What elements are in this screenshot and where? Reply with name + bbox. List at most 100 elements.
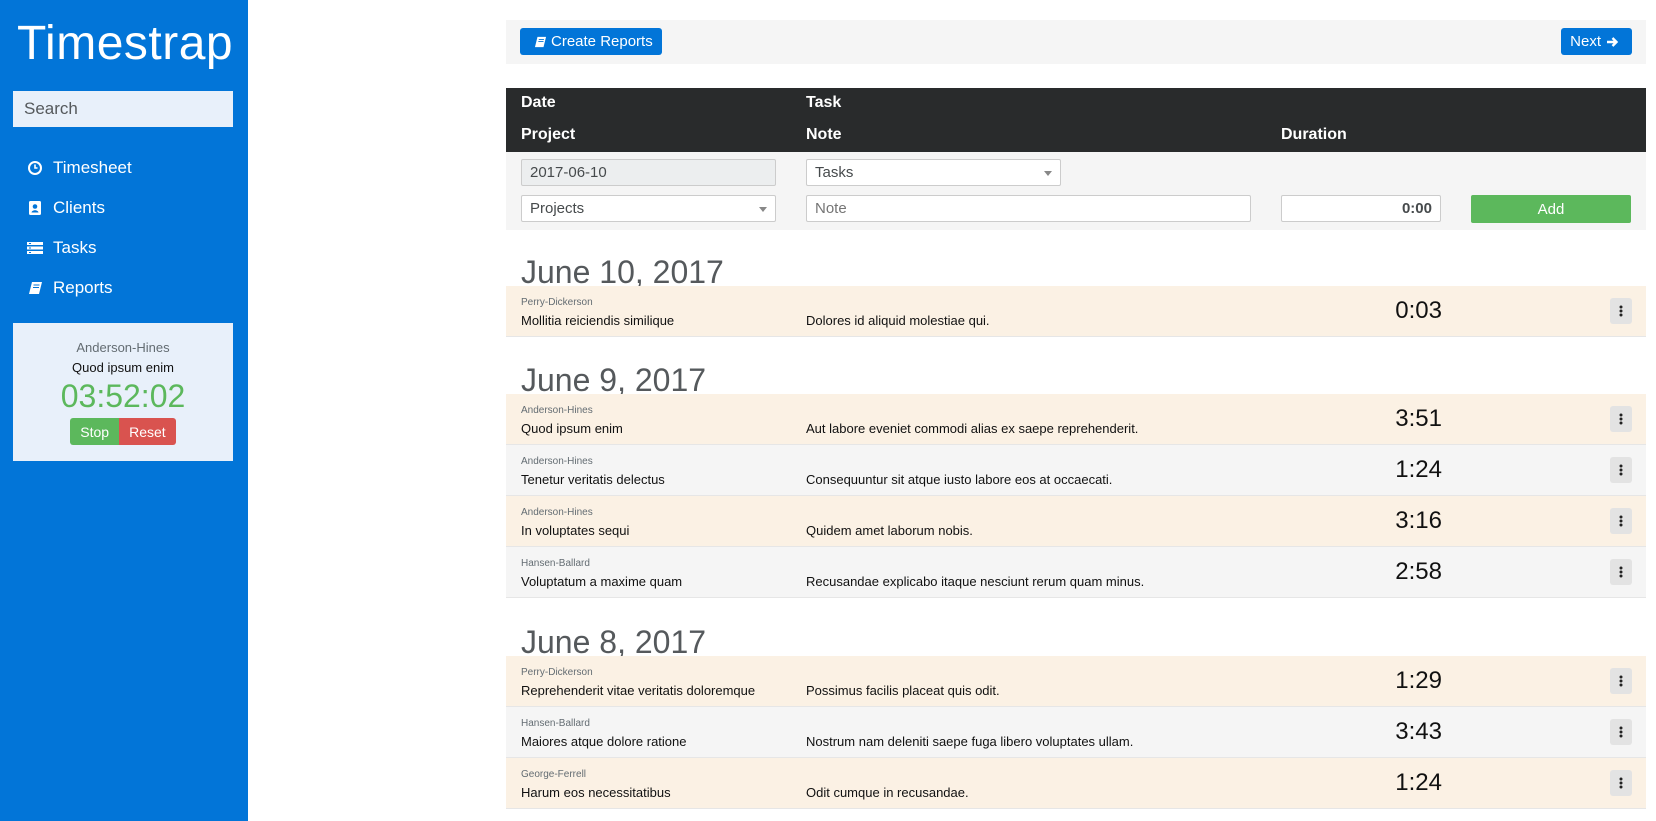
clock-icon — [27, 160, 43, 176]
more-vertical-icon — [1619, 566, 1623, 578]
sidebar-item-reports[interactable]: Reports — [0, 268, 248, 308]
entry-client: George-Ferrell — [521, 769, 587, 780]
entry-row: Anderson-Hines Quod ipsum enim Aut labor… — [506, 394, 1646, 445]
entry-note: Aut labore eveniet commodi alias ex saep… — [806, 421, 1139, 436]
entry-note: Consequuntur sit atque iusto labore eos … — [806, 472, 1113, 487]
list-icon — [27, 240, 43, 256]
entry-menu-button[interactable] — [1610, 770, 1632, 796]
entry-note: Odit cumque in recusandae. — [806, 785, 969, 800]
entry-menu-button[interactable] — [1610, 457, 1632, 483]
entry-client: Anderson-Hines — [521, 456, 593, 467]
date-field[interactable]: 2017-06-10 — [521, 159, 776, 186]
arrow-right-icon — [1605, 35, 1619, 49]
stop-button[interactable]: Stop — [70, 418, 120, 445]
entry-client: Perry-Dickerson — [521, 297, 593, 308]
entry-note: Dolores id aliquid molestiae qui. — [806, 313, 990, 328]
entries-header: Date Task Project Note Duration — [506, 88, 1646, 152]
sidebar-item-clients[interactable]: Clients — [0, 188, 248, 228]
entry-client: Hansen-Ballard — [521, 718, 590, 729]
more-vertical-icon — [1619, 777, 1623, 789]
app-title[interactable]: Timestrap — [17, 14, 233, 74]
more-vertical-icon — [1619, 675, 1623, 687]
entry-client: Anderson-Hines — [521, 507, 593, 518]
more-vertical-icon — [1619, 515, 1623, 527]
entry-row: Hansen-Ballard Maiores atque dolore rati… — [506, 707, 1646, 758]
entry-note: Recusandae explicabo itaque nesciunt rer… — [806, 574, 1145, 589]
entry-duration: 0:03 — [1395, 297, 1442, 324]
entry-row: Perry-Dickerson Mollitia reiciendis simi… — [506, 286, 1646, 337]
entry-menu-button[interactable] — [1610, 719, 1632, 745]
entry-note: Possimus facilis placeat quis odit. — [806, 683, 1000, 698]
next-button[interactable]: Next — [1561, 28, 1632, 55]
entry-duration: 2:58 — [1395, 558, 1442, 585]
create-reports-button[interactable]: Create Reports — [520, 28, 662, 55]
header-date: Date — [521, 94, 556, 111]
entry-duration: 1:29 — [1395, 667, 1442, 694]
tasks-select[interactable]: Tasks — [806, 159, 1061, 186]
sidebar-item-label: Timesheet — [53, 158, 132, 177]
entry-menu-button[interactable] — [1610, 508, 1632, 534]
entry-form: 2017-06-10 Tasks Projects 0:00 Add — [506, 152, 1646, 230]
create-reports-label: Create Reports — [551, 33, 653, 50]
entry-row: George-Ferrell Harum eos necessitatibus … — [506, 758, 1646, 809]
timer-task: Quod ipsum enim — [72, 360, 174, 375]
entry-task: Mollitia reiciendis similique — [521, 313, 675, 328]
sidebar: Timestrap Timesheet Clients Tasks Report… — [0, 0, 248, 821]
header-duration: Duration — [1281, 126, 1347, 143]
more-vertical-icon — [1619, 726, 1623, 738]
note-input[interactable] — [806, 195, 1251, 222]
duration-input[interactable]: 0:00 — [1281, 195, 1441, 222]
contacts-icon — [27, 200, 43, 216]
entry-note: Quidem amet laborum nobis. — [806, 523, 973, 538]
entry-note: Nostrum nam deleniti saepe fuga libero v… — [806, 734, 1134, 749]
header-note: Note — [806, 126, 842, 143]
toolbar: Create Reports Next — [506, 20, 1646, 64]
entry-task: Maiores atque dolore ratione — [521, 734, 687, 749]
entry-task: Reprehenderit vitae veritatis doloremque — [521, 683, 756, 698]
more-vertical-icon — [1619, 413, 1623, 425]
header-project: Project — [521, 126, 576, 143]
entry-task: Tenetur veritatis delectus — [521, 472, 665, 487]
sidebar-item-label: Tasks — [53, 238, 97, 257]
entry-menu-button[interactable] — [1610, 559, 1632, 585]
entry-task: Quod ipsum enim — [521, 421, 623, 436]
entry-client: Anderson-Hines — [521, 405, 593, 416]
add-button[interactable]: Add — [1471, 195, 1631, 223]
entry-duration: 1:24 — [1395, 769, 1442, 796]
entry-menu-button[interactable] — [1610, 406, 1632, 432]
timer-controls: Stop Reset — [70, 418, 176, 445]
sidebar-item-label: Clients — [53, 198, 105, 217]
entry-duration: 3:43 — [1395, 718, 1442, 745]
header-task: Task — [806, 94, 842, 111]
entry-task: Voluptatum a maxime quam — [521, 574, 683, 589]
sidebar-item-timesheet[interactable]: Timesheet — [0, 148, 248, 188]
entry-row: Hansen-Ballard Voluptatum a maxime quam … — [506, 547, 1646, 598]
entry-client: Hansen-Ballard — [521, 558, 590, 569]
sidebar-nav: Timesheet Clients Tasks Reports — [0, 148, 248, 308]
reset-button[interactable]: Reset — [119, 418, 176, 445]
day-heading: June 8, 2017 — [521, 624, 707, 660]
sidebar-item-tasks[interactable]: Tasks — [0, 228, 248, 268]
entry-row: Anderson-Hines In voluptates sequi Quide… — [506, 496, 1646, 547]
entry-task: Harum eos necessitatibus — [521, 785, 671, 800]
next-label: Next — [1570, 33, 1601, 50]
entry-duration: 1:24 — [1395, 456, 1442, 483]
more-vertical-icon — [1619, 464, 1623, 476]
search-input[interactable] — [13, 91, 233, 127]
timer-client: Anderson-Hines — [76, 340, 170, 355]
entry-menu-button[interactable] — [1610, 668, 1632, 694]
running-timer: Anderson-Hines Quod ipsum enim 03:52:02 … — [13, 323, 233, 461]
entry-client: Perry-Dickerson — [521, 667, 593, 678]
day-heading: June 10, 2017 — [521, 254, 724, 290]
more-vertical-icon — [1619, 305, 1623, 317]
entry-row: Anderson-Hines Tenetur veritatis delectu… — [506, 445, 1646, 496]
entry-task: In voluptates sequi — [521, 523, 630, 538]
entry-duration: 3:16 — [1395, 507, 1442, 534]
projects-select[interactable]: Projects — [521, 195, 776, 222]
book-icon — [27, 280, 43, 296]
entry-row: Perry-Dickerson Reprehenderit vitae veri… — [506, 656, 1646, 707]
book-icon — [533, 35, 547, 49]
day-heading: June 9, 2017 — [521, 362, 707, 398]
entry-menu-button[interactable] — [1610, 298, 1632, 324]
entry-duration: 3:51 — [1395, 405, 1442, 432]
